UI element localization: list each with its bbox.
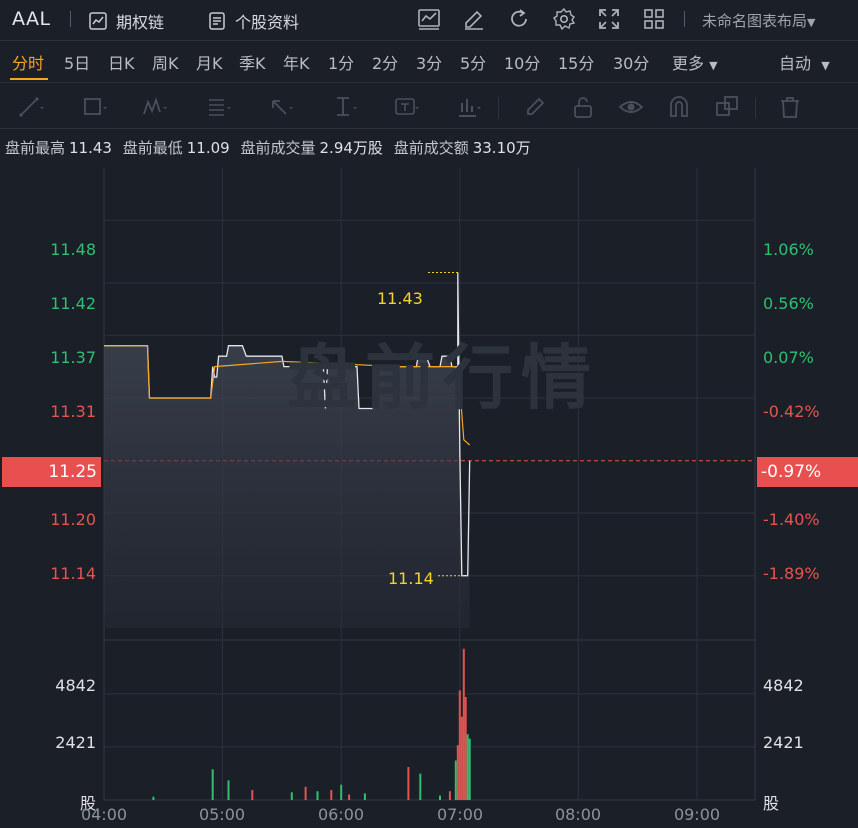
volume-bar xyxy=(419,773,422,800)
low-price-marker: 11.14 xyxy=(388,569,434,588)
volume-bar xyxy=(290,792,293,800)
pct-axis-label: 0.56% xyxy=(763,294,814,313)
volume-bar xyxy=(304,786,307,800)
volume-bar xyxy=(468,738,471,800)
volume-bar xyxy=(363,793,366,800)
pct-axis-label: 0.07% xyxy=(763,348,814,367)
price-axis-label: 11.14 xyxy=(50,564,96,583)
volume-axis-label: 4842 xyxy=(55,676,96,695)
volume-bar xyxy=(227,780,230,800)
volume-bar xyxy=(316,791,319,800)
volume-bar xyxy=(340,784,343,800)
volume-unit-label: 股 xyxy=(763,794,780,813)
time-axis-label: 09:00 xyxy=(673,805,721,824)
volume-bar xyxy=(464,697,467,800)
volume-bar xyxy=(460,716,463,800)
time-axis-label: 05:00 xyxy=(198,805,246,824)
volume-bar xyxy=(251,790,254,800)
volume-bar xyxy=(407,767,410,800)
volume-bar xyxy=(454,760,457,800)
volume-axis-label: 2421 xyxy=(55,733,96,752)
premarket-watermark: 盘前行情 xyxy=(287,337,599,419)
volume-bar xyxy=(456,745,459,800)
time-axis-label: 08:00 xyxy=(554,805,602,824)
volume-bar xyxy=(466,734,469,800)
current-price-tag: 11.25 xyxy=(2,457,101,487)
volume-bar xyxy=(458,690,461,800)
pct-axis-label: -1.40% xyxy=(763,510,820,529)
time-axis-label: 07:00 xyxy=(436,805,484,824)
price-axis-label: 11.31 xyxy=(50,402,96,421)
pct-axis-label: -0.42% xyxy=(763,402,820,421)
price-axis-label: 11.37 xyxy=(50,348,96,367)
volume-bar xyxy=(211,769,214,800)
pct-axis-label: -1.89% xyxy=(763,564,820,583)
time-axis-label: 06:00 xyxy=(317,805,365,824)
volume-bar xyxy=(462,648,465,800)
pct-axis-label: 1.06% xyxy=(763,240,814,259)
current-pct-tag: -0.97% xyxy=(757,457,858,487)
high-price-marker: 11.43 xyxy=(377,289,423,308)
volume-axis-label: 4842 xyxy=(763,676,804,695)
price-axis-label: 11.48 xyxy=(50,240,96,259)
volume-axis-label: 2421 xyxy=(763,733,804,752)
volume-bar xyxy=(439,795,441,800)
volume-bar xyxy=(152,796,155,800)
price-axis-label: 11.42 xyxy=(50,294,96,313)
price-axis-label: 11.20 xyxy=(50,510,96,529)
time-axis-label: 04:00 xyxy=(80,805,128,824)
volume-bar xyxy=(330,790,333,800)
volume-bar xyxy=(348,794,351,800)
volume-bar xyxy=(448,791,451,800)
